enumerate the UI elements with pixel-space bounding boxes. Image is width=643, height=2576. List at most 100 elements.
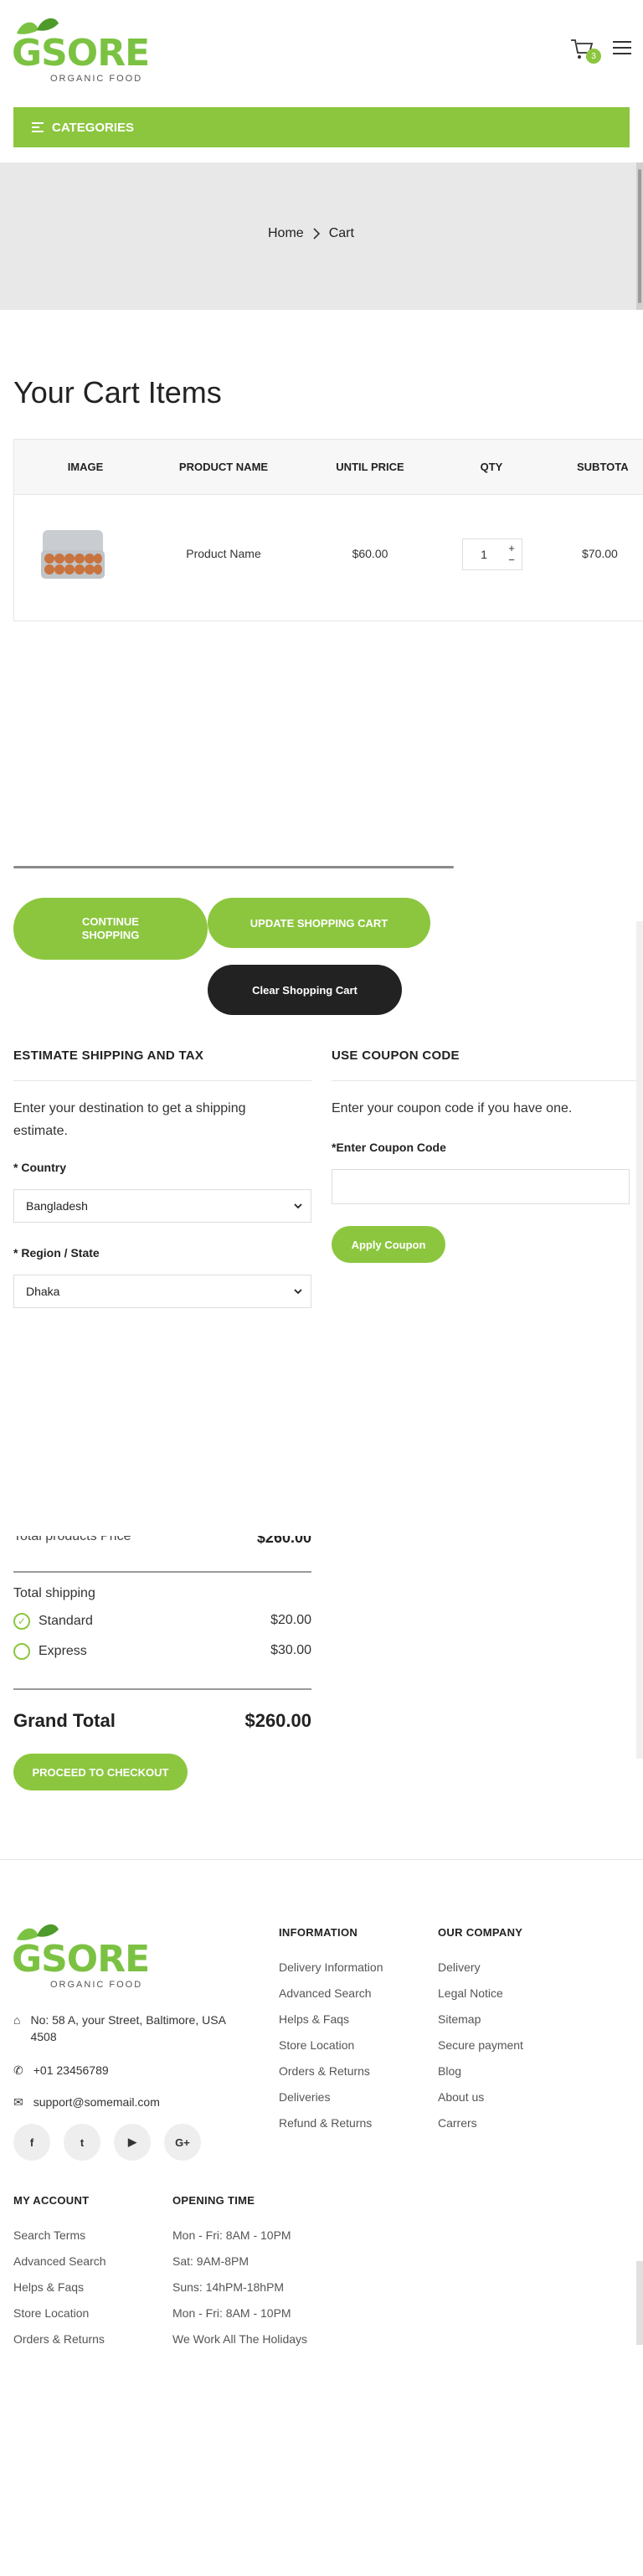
opening-hours-line: We Work All The Holidays bbox=[172, 2332, 308, 2346]
country-select[interactable]: Bangladesh bbox=[13, 1189, 311, 1223]
list-icon bbox=[32, 120, 44, 135]
phone-icon: ✆ bbox=[13, 2063, 23, 2077]
mail-icon: ✉ bbox=[13, 2095, 23, 2109]
check-circle-icon[interactable]: ✓ bbox=[13, 1613, 30, 1630]
page-scrollbar-thumb[interactable] bbox=[638, 169, 641, 303]
shipping-total-label: Total shipping bbox=[13, 1586, 95, 1600]
shipping-description: Enter your destination to get a shipping… bbox=[13, 1101, 246, 1138]
cart-count-badge: 3 bbox=[586, 49, 601, 64]
footer-link[interactable]: Search Terms bbox=[13, 2228, 106, 2242]
footer-link[interactable]: Advanced Search bbox=[13, 2254, 106, 2268]
continue-shopping-button[interactable]: CONTINUE SHOPPING bbox=[13, 898, 208, 960]
country-label: * Country bbox=[13, 1161, 66, 1174]
categories-label: CATEGORIES bbox=[52, 120, 135, 135]
footer-link[interactable]: Helps & Faqs bbox=[279, 2012, 383, 2026]
horizontal-scrollbar-thumb[interactable] bbox=[13, 866, 455, 868]
footer-link[interactable]: Store Location bbox=[13, 2306, 106, 2320]
opening-title: OPENING TIME bbox=[172, 2194, 255, 2207]
decrement-button[interactable]: − bbox=[505, 554, 518, 566]
facebook-icon[interactable]: f bbox=[13, 2124, 50, 2161]
coupon-field-label: *Enter Coupon Code bbox=[332, 1141, 446, 1154]
cart-table-header: IMAGE PRODUCT NAME UNTIL PRICE QTY SUBTO… bbox=[14, 440, 643, 495]
information-title: INFORMATION bbox=[279, 1926, 358, 1939]
google-plus-icon[interactable]: G+ bbox=[164, 2124, 201, 2161]
apply-coupon-label: Apply Coupon bbox=[351, 1238, 426, 1251]
cart-button[interactable]: 3 bbox=[569, 37, 603, 67]
footer-link[interactable]: Orders & Returns bbox=[13, 2332, 106, 2346]
cart-table: IMAGE PRODUCT NAME UNTIL PRICE QTY SUBTO… bbox=[13, 439, 643, 621]
checkout-button[interactable]: PROCEED TO CHECKOUT bbox=[13, 1754, 188, 1790]
coupon-input[interactable] bbox=[332, 1169, 630, 1204]
footer-logo-text: GSORE bbox=[12, 1938, 150, 1981]
divider bbox=[13, 1571, 311, 1573]
region-label: * Region / State bbox=[13, 1246, 100, 1260]
breadcrumb-home[interactable]: Home bbox=[268, 226, 304, 241]
footer-logo[interactable]: GSORE ORGANIC FOOD bbox=[12, 1921, 154, 1991]
page-title: Your Cart Items bbox=[13, 375, 222, 410]
breadcrumb-band: Home Cart bbox=[0, 162, 643, 310]
product-name-link[interactable]: Product Name bbox=[148, 547, 299, 560]
shipping-option-standard[interactable]: ✓ Standard $20.00 bbox=[13, 1613, 311, 1630]
region-value: Dhaka bbox=[26, 1285, 60, 1298]
logo-tagline: ORGANIC FOOD bbox=[50, 74, 143, 84]
product-image[interactable] bbox=[39, 525, 106, 584]
col-qty: QTY bbox=[480, 461, 503, 473]
products-total-row: Total products Price $260.00 bbox=[13, 1536, 311, 1553]
account-title: MY ACCOUNT bbox=[13, 2194, 90, 2207]
address-text: No: 58 A, your Street, Baltimore, USA 45… bbox=[30, 2013, 226, 2043]
clear-cart-label: Clear Shopping Cart bbox=[252, 983, 358, 997]
footer-address: ⌂ No: 58 A, your Street, Baltimore, USA … bbox=[13, 2012, 248, 2045]
opening-hours-line: Mon - Fri: 8AM - 10PM bbox=[172, 2306, 291, 2320]
footer-link[interactable]: Delivery bbox=[438, 1960, 523, 1974]
quantity-stepper[interactable]: 1 + − bbox=[462, 538, 522, 570]
footer-link[interactable]: Orders & Returns bbox=[279, 2064, 383, 2078]
update-cart-button[interactable]: UPDATE SHOPPING CART bbox=[208, 898, 430, 948]
footer-link[interactable]: Secure payment bbox=[438, 2038, 523, 2052]
email-text: support@somemail.com bbox=[33, 2095, 160, 2109]
footer-link[interactable]: Advanced Search bbox=[279, 1986, 383, 2000]
footer-link[interactable]: Blog bbox=[438, 2064, 523, 2078]
product-price: $60.00 bbox=[352, 547, 388, 560]
page-scrollbar-track-2 bbox=[636, 921, 643, 1759]
quantity-input[interactable]: 1 bbox=[463, 548, 505, 561]
chevron-down-icon bbox=[294, 1289, 302, 1295]
grand-total-row: Grand Total $260.00 bbox=[13, 1710, 311, 1732]
twitter-icon[interactable]: t bbox=[64, 2124, 100, 2161]
clear-cart-button[interactable]: Clear Shopping Cart bbox=[208, 965, 402, 1015]
coupon-title: USE COUPON CODE bbox=[332, 1048, 460, 1063]
egg-carton-image bbox=[41, 530, 105, 579]
products-total-value: $260.00 bbox=[256, 1536, 311, 1546]
col-product-name: PRODUCT NAME bbox=[178, 461, 269, 473]
apply-coupon-button[interactable]: Apply Coupon bbox=[332, 1226, 445, 1263]
footer-link[interactable]: Helps & Faqs bbox=[13, 2280, 106, 2294]
radio-circle-icon[interactable] bbox=[13, 1643, 30, 1660]
footer-link[interactable]: Store Location bbox=[279, 2038, 383, 2052]
footer-link[interactable]: About us bbox=[438, 2090, 523, 2104]
footer-link[interactable]: Carrers bbox=[438, 2116, 523, 2130]
chevron-down-icon bbox=[294, 1203, 302, 1209]
footer-information: INFORMATION Delivery Information Advanced… bbox=[279, 1926, 383, 2130]
footer-link[interactable]: Refund & Returns bbox=[279, 2116, 383, 2130]
footer-company: OUR COMPANY Delivery Legal Notice Sitemap S… bbox=[438, 1926, 523, 2130]
site-logo[interactable]: GSORE ORGANIC FOOD bbox=[12, 15, 154, 85]
footer-divider bbox=[0, 1859, 643, 1860]
region-select[interactable]: Dhaka bbox=[13, 1275, 311, 1308]
footer-link[interactable]: Delivery Information bbox=[279, 1960, 383, 1974]
youtube-icon[interactable]: ▶ bbox=[114, 2124, 151, 2161]
footer-link[interactable]: Sitemap bbox=[438, 2012, 523, 2026]
option-price: $20.00 bbox=[270, 1613, 311, 1627]
option-price: $30.00 bbox=[270, 1643, 311, 1657]
home-icon: ⌂ bbox=[13, 2013, 21, 2027]
col-subtotal: SUBTOTA bbox=[577, 461, 629, 473]
footer-email[interactable]: ✉ support@somemail.com bbox=[13, 2094, 160, 2110]
menu-icon[interactable] bbox=[613, 37, 631, 59]
shipping-option-express[interactable]: Express $30.00 bbox=[13, 1643, 311, 1660]
footer-link[interactable]: Deliveries bbox=[279, 2090, 383, 2104]
product-subtotal: $70.00 bbox=[582, 547, 618, 560]
footer-link[interactable]: Legal Notice bbox=[438, 1986, 523, 2000]
categories-bar[interactable]: CATEGORIES bbox=[13, 107, 630, 147]
table-horizontal-scrollbar[interactable] bbox=[13, 864, 643, 871]
page-scrollbar-track[interactable] bbox=[636, 162, 643, 310]
continue-shopping-label: CONTINUE SHOPPING bbox=[81, 915, 140, 941]
increment-button[interactable]: + bbox=[505, 543, 518, 554]
